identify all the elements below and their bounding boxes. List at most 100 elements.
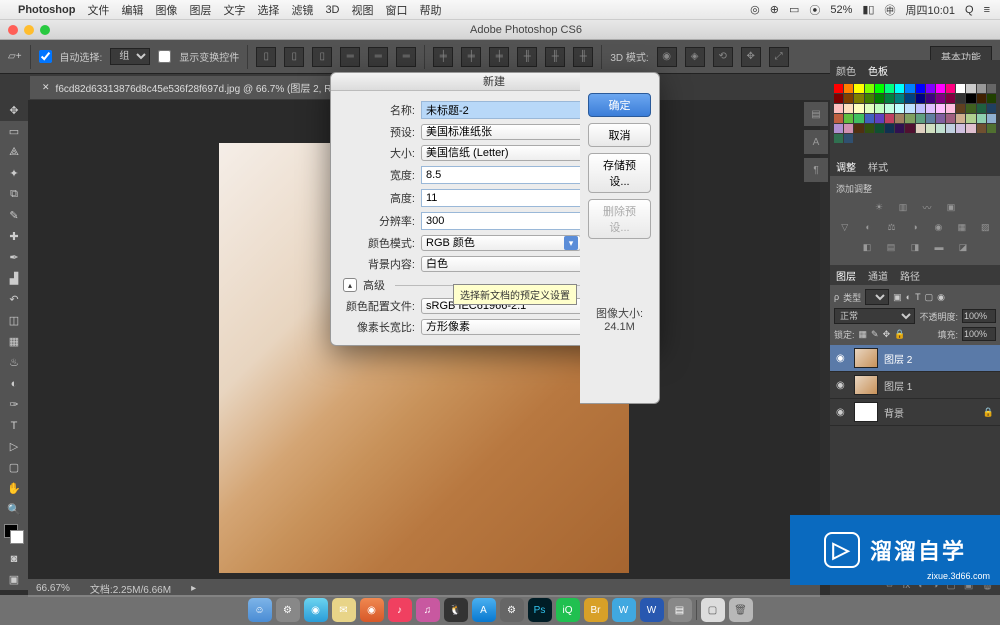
swatch[interactable] — [946, 94, 955, 103]
tab-layers[interactable]: 图层 — [836, 268, 856, 283]
swatch[interactable] — [875, 84, 884, 93]
zoom-window-button[interactable] — [40, 25, 50, 35]
wand-tool[interactable]: ✦ — [0, 163, 28, 184]
width-input[interactable] — [421, 166, 581, 184]
bw-icon[interactable]: ◑ — [906, 219, 923, 235]
lock-paint-icon[interactable]: ✎ — [871, 329, 879, 340]
swatch[interactable] — [865, 114, 874, 123]
swatch[interactable] — [977, 124, 986, 133]
swatch[interactable] — [834, 124, 843, 133]
levels-icon[interactable]: ▥ — [894, 199, 912, 215]
tab-swatches[interactable]: 色板 — [868, 63, 888, 78]
swatch[interactable] — [895, 114, 904, 123]
swatch[interactable] — [916, 94, 925, 103]
input-icon[interactable]: ㊥ — [884, 2, 895, 18]
layer-filter-dropdown[interactable]: ⊡ — [865, 289, 889, 305]
swatch[interactable] — [966, 114, 975, 123]
gradient-map-icon[interactable]: ▬ — [930, 239, 948, 255]
layer-thumbnail[interactable] — [854, 348, 878, 368]
swatch[interactable] — [844, 134, 853, 143]
zoom-tool[interactable]: 🔍 — [0, 499, 28, 520]
align-icon[interactable]: ═ — [396, 47, 416, 67]
auto-select-dropdown[interactable]: 组 — [110, 48, 150, 65]
swatch[interactable] — [926, 104, 935, 113]
menu-edit[interactable]: 编辑 — [121, 2, 143, 18]
stamp-tool[interactable]: ▟ — [0, 268, 28, 289]
layer-row[interactable]: ◉ 图层 1 — [830, 372, 1000, 399]
menu-window[interactable]: 窗口 — [386, 2, 408, 18]
swatch[interactable] — [966, 84, 975, 93]
3d-icon[interactable]: ◉ — [657, 47, 677, 67]
3d-icon[interactable]: ✥ — [741, 47, 761, 67]
swatch[interactable] — [895, 94, 904, 103]
lock-pos-icon[interactable]: ✥ — [883, 329, 891, 340]
menu-view[interactable]: 视图 — [352, 2, 374, 18]
clock[interactable]: 周四10:01 — [905, 2, 955, 18]
airplay-icon[interactable]: ▭ — [789, 3, 799, 16]
menu-file[interactable]: 文件 — [87, 2, 109, 18]
swatch[interactable] — [966, 94, 975, 103]
resolution-input[interactable] — [421, 212, 581, 230]
swatch[interactable] — [854, 114, 863, 123]
align-icon[interactable]: ▯ — [284, 47, 304, 67]
path-tool[interactable]: ▷ — [0, 436, 28, 457]
eyedropper-tool[interactable]: ✎ — [0, 205, 28, 226]
lock-all-icon[interactable]: 🔒 — [894, 329, 905, 340]
swatch[interactable] — [905, 114, 914, 123]
swatch[interactable] — [916, 114, 925, 123]
distribute-icon[interactable]: ╪ — [461, 47, 481, 67]
dock-app[interactable]: ◉ — [360, 598, 384, 622]
swatch[interactable] — [844, 104, 853, 113]
color-swatches[interactable] — [0, 520, 28, 548]
blend-mode-dropdown[interactable]: 正常 — [834, 308, 915, 324]
save-preset-button[interactable]: 存储预设... — [588, 153, 651, 193]
dock-settings[interactable]: ⚙ — [500, 598, 524, 622]
height-input[interactable] — [421, 189, 581, 207]
para-panel-icon[interactable]: ¶ — [804, 158, 828, 182]
swatch[interactable] — [956, 94, 965, 103]
dock-app[interactable]: ♫ — [416, 598, 440, 622]
swatch[interactable] — [875, 104, 884, 113]
auto-select-checkbox[interactable] — [39, 50, 52, 63]
dock-folder[interactable]: ▢ — [701, 598, 725, 622]
fill-input[interactable] — [962, 327, 996, 341]
swatch[interactable] — [977, 84, 986, 93]
swatch[interactable] — [844, 114, 853, 123]
align-icon[interactable]: ═ — [368, 47, 388, 67]
swatch[interactable] — [987, 104, 996, 113]
layer-row[interactable]: ◉ 图层 2 — [830, 345, 1000, 372]
swatch[interactable] — [966, 124, 975, 133]
swatch[interactable] — [936, 124, 945, 133]
disclosure-icon[interactable]: ▴ — [343, 278, 357, 292]
swatch[interactable] — [956, 84, 965, 93]
visibility-icon[interactable]: ◉ — [836, 407, 848, 418]
battery-icon[interactable]: ▮▯ — [862, 3, 874, 16]
swatch[interactable] — [844, 84, 853, 93]
pen-tool[interactable]: ✑ — [0, 394, 28, 415]
ok-button[interactable]: 确定 — [588, 93, 651, 117]
hue-icon[interactable]: ◐ — [859, 219, 876, 235]
curves-icon[interactable]: 〰 — [918, 199, 936, 215]
swatch[interactable] — [926, 124, 935, 133]
move-tool[interactable]: ✥ — [0, 100, 28, 121]
shape-tool[interactable]: ▢ — [0, 457, 28, 478]
swatch[interactable] — [865, 84, 874, 93]
spotlight-icon[interactable]: Q — [965, 4, 974, 16]
swatch[interactable] — [854, 124, 863, 133]
dock-photoshop[interactable]: Ps — [528, 598, 552, 622]
swatch[interactable] — [987, 94, 996, 103]
posterize-icon[interactable]: ▤ — [882, 239, 900, 255]
3d-icon[interactable]: ⤢ — [769, 47, 789, 67]
close-tab-icon[interactable]: ✕ — [42, 82, 50, 93]
move-tool-icon[interactable]: ▱+ — [8, 51, 22, 62]
swatch[interactable] — [895, 104, 904, 113]
menu-image[interactable]: 图像 — [155, 2, 177, 18]
char-panel-icon[interactable]: A — [804, 130, 828, 154]
dock-appstore[interactable]: A — [472, 598, 496, 622]
layer-name[interactable]: 图层 2 — [884, 351, 912, 366]
visibility-icon[interactable]: ◉ — [836, 380, 848, 391]
dock-finder[interactable]: ☺ — [248, 598, 272, 622]
vibrance-icon[interactable]: ▽ — [836, 219, 853, 235]
document-tab[interactable]: ✕ f6cd82d63313876d8c45e536f28f697d.jpg @… — [30, 76, 375, 99]
swatch[interactable] — [936, 114, 945, 123]
